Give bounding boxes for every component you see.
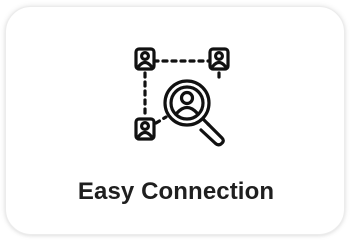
card-title: Easy Connection	[77, 178, 275, 205]
feature-card[interactable]: Easy Connection	[5, 6, 345, 235]
network-search-icon	[132, 43, 232, 147]
